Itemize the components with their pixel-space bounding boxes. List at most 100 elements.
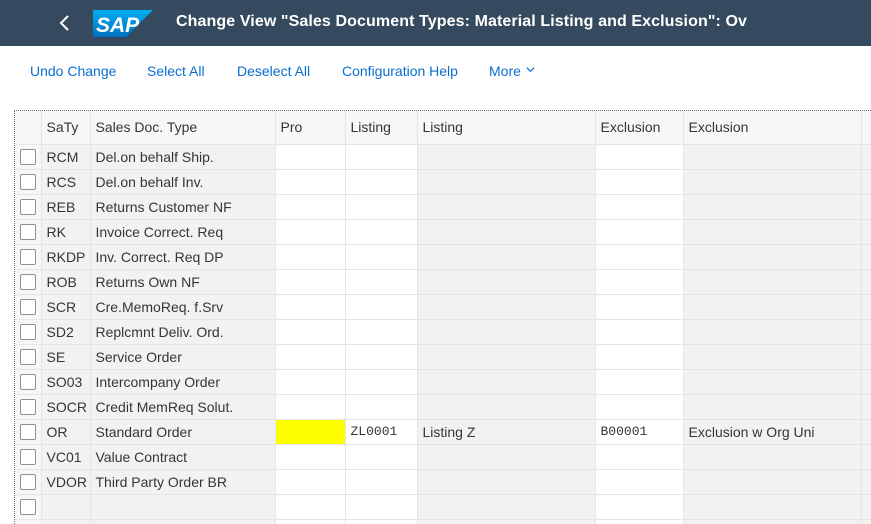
cell-pro-input[interactable]: [275, 369, 346, 395]
configuration-help-button[interactable]: Configuration Help: [342, 63, 458, 79]
cell-sales-doc-type: Inv. Correct. Req DP: [90, 244, 276, 270]
column-header-listing-code[interactable]: Listing: [345, 111, 418, 145]
cell-pro-input[interactable]: [275, 244, 346, 270]
cell-exclusion-input[interactable]: [595, 219, 684, 245]
deselect-all-button[interactable]: Deselect All: [237, 63, 310, 79]
cell-exclusion-input[interactable]: [595, 369, 684, 395]
cell-exclusion-input[interactable]: B00001: [595, 419, 684, 445]
cell-exclusion-input[interactable]: [595, 344, 684, 370]
table-row[interactable]: SD2 Replcmnt Deliv. Ord.: [15, 319, 871, 345]
cell-exclusion-input[interactable]: [595, 244, 684, 270]
cell-exclusion-text: [683, 144, 862, 170]
cell-listing-input[interactable]: [345, 144, 418, 170]
column-header-sales-doc-type[interactable]: Sales Doc. Type: [90, 111, 276, 145]
cell-exclusion-input[interactable]: [595, 294, 684, 320]
table-row[interactable]: [15, 519, 871, 524]
table-row[interactable]: RKDP Inv. Correct. Req DP: [15, 244, 871, 270]
cell-listing-input[interactable]: [345, 494, 418, 520]
undo-change-button[interactable]: Undo Change: [30, 63, 116, 79]
cell-exclusion-input[interactable]: [595, 144, 684, 170]
row-select-checkbox[interactable]: [20, 323, 36, 340]
row-select-checkbox[interactable]: [20, 473, 36, 490]
cell-pro-input[interactable]: [275, 494, 346, 520]
cell-pro-input[interactable]: [275, 519, 346, 524]
cell-listing-input[interactable]: [345, 469, 418, 495]
row-select-checkbox[interactable]: [20, 248, 36, 265]
cell-listing-input[interactable]: [345, 294, 418, 320]
row-select-checkbox[interactable]: [20, 273, 36, 290]
table-row[interactable]: [15, 494, 871, 520]
cell-listing-input[interactable]: [345, 194, 418, 220]
column-header-exclusion-text[interactable]: Exclusion: [683, 111, 862, 145]
cell-pro-input[interactable]: [275, 444, 346, 470]
row-select-checkbox[interactable]: [20, 398, 36, 415]
cell-exclusion-input[interactable]: [595, 194, 684, 220]
table-row[interactable]: RCM Del.on behalf Ship.: [15, 144, 871, 170]
row-select-checkbox[interactable]: [20, 373, 36, 390]
table-row[interactable]: VDOR Third Party Order BR: [15, 469, 871, 495]
cell-listing-input[interactable]: [345, 219, 418, 245]
row-select-checkbox[interactable]: [20, 173, 36, 190]
select-all-button[interactable]: Select All: [147, 63, 205, 79]
table-row[interactable]: VC01 Value Contract: [15, 444, 871, 470]
cell-pro-input[interactable]: [275, 194, 346, 220]
cell-pro-input[interactable]: [275, 169, 346, 195]
table-row[interactable]: ROB Returns Own NF: [15, 269, 871, 295]
cell-exclusion-input[interactable]: [595, 269, 684, 295]
sap-logo[interactable]: SAP: [93, 10, 153, 37]
cell-pro-input[interactable]: [275, 469, 346, 495]
cell-listing-input[interactable]: ZL0001: [345, 419, 418, 445]
cell-exclusion-text: [683, 444, 862, 470]
cell-exclusion-input[interactable]: [595, 319, 684, 345]
cell-listing-input[interactable]: [345, 344, 418, 370]
row-select-checkbox[interactable]: [20, 298, 36, 315]
cell-listing-input[interactable]: [345, 169, 418, 195]
cell-exclusion-input[interactable]: [595, 519, 684, 524]
cell-pro-input[interactable]: [275, 269, 346, 295]
cell-pro-input[interactable]: [275, 394, 346, 420]
cell-listing-input[interactable]: [345, 519, 418, 524]
cell-pro-input[interactable]: [275, 219, 346, 245]
back-button[interactable]: [52, 8, 78, 38]
cell-listing-input[interactable]: [345, 444, 418, 470]
cell-pro-input[interactable]: [275, 419, 346, 445]
cell-exclusion-input[interactable]: [595, 444, 684, 470]
cell-exclusion-input[interactable]: [595, 469, 684, 495]
cell-listing-input[interactable]: [345, 244, 418, 270]
cell-listing-text: [417, 194, 596, 220]
row-select-checkbox[interactable]: [20, 423, 36, 440]
cell-pro-input[interactable]: [275, 344, 346, 370]
table-row[interactable]: SOCR Credit MemReq Solut.: [15, 394, 871, 420]
cell-pro-input[interactable]: [275, 319, 346, 345]
cell-pro-input[interactable]: [275, 294, 346, 320]
row-select-checkbox[interactable]: [20, 498, 36, 515]
row-select-checkbox[interactable]: [20, 198, 36, 215]
cell-pro-input[interactable]: [275, 144, 346, 170]
cell-listing-input[interactable]: [345, 319, 418, 345]
row-select-checkbox[interactable]: [20, 148, 36, 165]
cell-listing-input[interactable]: [345, 369, 418, 395]
column-header-saty[interactable]: SaTy: [41, 111, 91, 145]
table-row[interactable]: SCR Cre.MemoReq. f.Srv: [15, 294, 871, 320]
cell-saty: OR: [41, 419, 91, 445]
table-row[interactable]: REB Returns Customer NF: [15, 194, 871, 220]
cell-listing-text: [417, 369, 596, 395]
cell-exclusion-input[interactable]: [595, 169, 684, 195]
row-select-checkbox[interactable]: [20, 448, 36, 465]
column-header-pro[interactable]: Pro: [275, 111, 346, 145]
column-header-exclusion-code[interactable]: Exclusion: [595, 111, 684, 145]
table-row[interactable]: RCS Del.on behalf Inv.: [15, 169, 871, 195]
cell-listing-input[interactable]: [345, 394, 418, 420]
table-row[interactable]: SO03 Intercompany Order: [15, 369, 871, 395]
cell-listing-input[interactable]: [345, 269, 418, 295]
table-row[interactable]: SE Service Order: [15, 344, 871, 370]
table-row[interactable]: RK Invoice Correct. Req: [15, 219, 871, 245]
more-button[interactable]: More: [489, 63, 535, 79]
row-select-checkbox[interactable]: [20, 348, 36, 365]
row-select-checkbox[interactable]: [20, 223, 36, 240]
column-header-listing-text[interactable]: Listing: [417, 111, 596, 145]
cell-saty: VC01: [41, 444, 91, 470]
table-row[interactable]: OR Standard Order ZL0001 Listing Z B00001 Exc…: [15, 419, 871, 445]
cell-exclusion-input[interactable]: [595, 494, 684, 520]
cell-exclusion-input[interactable]: [595, 394, 684, 420]
